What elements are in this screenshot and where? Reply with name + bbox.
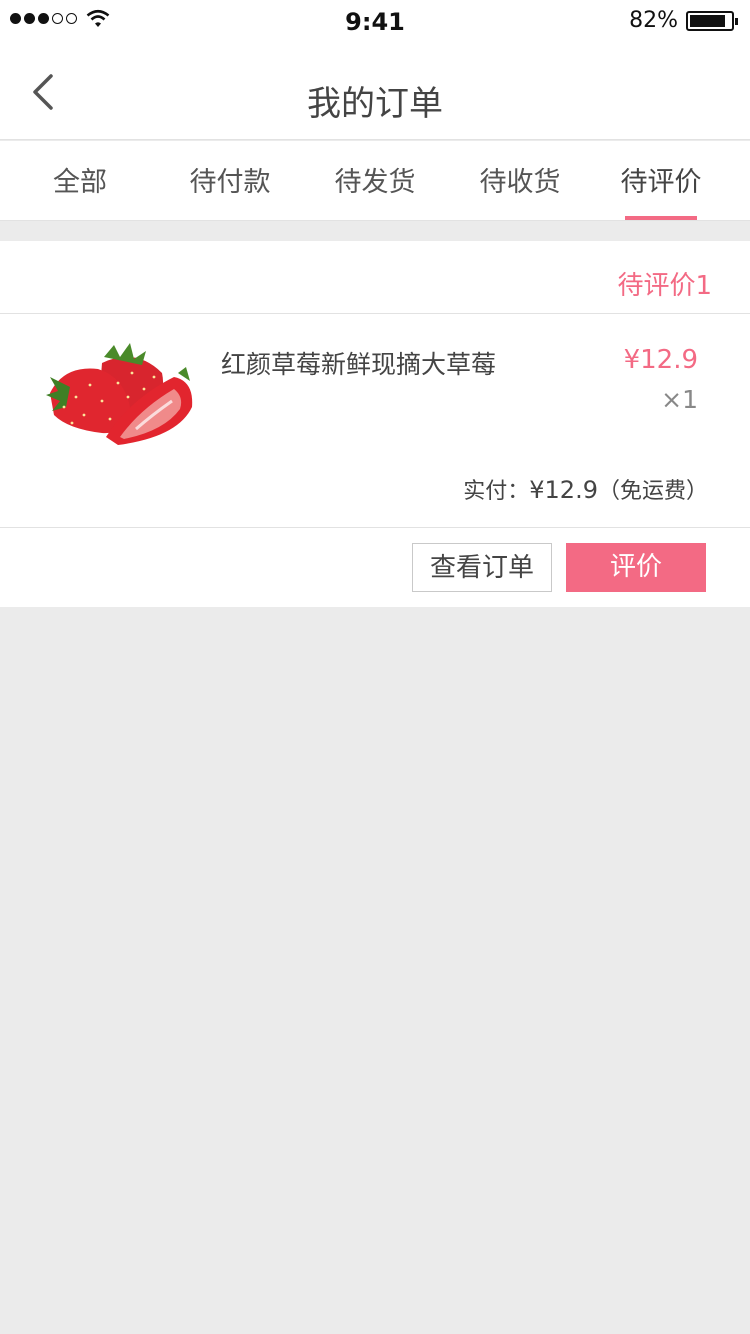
divider [0,313,750,314]
total-amount: ¥12.9 [529,476,598,504]
battery-percent: 82% [629,8,678,33]
status-bar: 9:41 82% [0,0,750,40]
divider [0,527,750,528]
order-card: 待评价1 红颜草莓新鲜现摘大草莓 ¥12.9 ×1 实付：¥12.9（免运费） … [0,241,750,607]
navigation-bar: 我的订单 [0,40,750,140]
total-label: 实付： [463,479,530,504]
product-price: ¥12.9 [623,345,698,375]
view-order-button[interactable]: 查看订单 [412,543,552,592]
strawberry-image[interactable] [44,337,200,453]
product-quantity: ×1 [661,385,698,414]
order-tabs: 全部 待付款 待发货 待收货 待评价 [0,141,750,221]
order-total: 实付：¥12.9（免运费） [463,473,708,505]
tab-pending-payment[interactable]: 待付款 [155,141,305,221]
tab-all[interactable]: 全部 [5,141,155,221]
active-tab-indicator [625,216,697,220]
rate-button[interactable]: 评价 [566,543,706,592]
tab-pending-review[interactable]: 待评价 [586,141,736,221]
page-title: 我的订单 [307,84,443,124]
battery-icon [686,11,738,31]
product-name[interactable]: 红颜草莓新鲜现摘大草莓 [221,345,496,381]
shipping-note: （免运费） [597,479,708,504]
order-status: 待评价1 [617,271,712,301]
tab-pending-receipt[interactable]: 待收货 [445,141,595,221]
tab-pending-shipment[interactable]: 待发货 [300,141,450,221]
